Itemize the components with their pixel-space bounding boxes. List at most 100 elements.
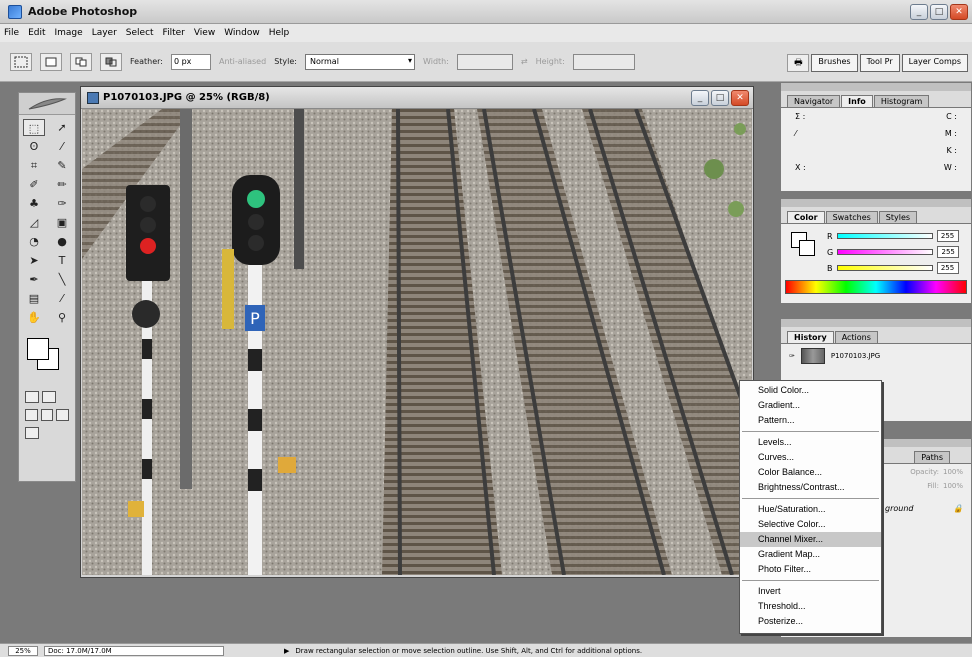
close-button[interactable]: ✕ <box>950 4 968 20</box>
tab-styles[interactable]: Styles <box>878 211 918 223</box>
doc-close-button[interactable]: ✕ <box>731 90 749 106</box>
color-spectrum[interactable] <box>785 280 967 294</box>
tab-histogram[interactable]: Histogram <box>873 95 930 107</box>
menu-levels[interactable]: Levels... <box>740 435 881 450</box>
menu-brightness-contrast[interactable]: Brightness/Contrast... <box>740 480 881 495</box>
tab-actions[interactable]: Actions <box>834 331 878 343</box>
palette-tab-brushes[interactable]: Brushes <box>811 54 858 72</box>
marquee-preset-picker[interactable] <box>10 52 32 71</box>
blur-tool-icon[interactable]: ◔ <box>23 233 45 250</box>
lasso-tool-icon[interactable]: ʘ <box>23 138 45 155</box>
blue-slider[interactable] <box>836 265 933 271</box>
standard-mode-icon[interactable] <box>25 391 39 403</box>
menu-invert[interactable]: Invert <box>740 584 881 599</box>
brush-tool-icon[interactable]: ✏ <box>51 176 73 193</box>
width-input[interactable] <box>456 53 513 70</box>
tab-paths[interactable]: Paths <box>914 451 950 463</box>
line-tool-icon[interactable]: ╲ <box>51 271 73 288</box>
tab-navigator[interactable]: Navigator <box>787 95 841 107</box>
menu-help[interactable]: Help <box>269 28 290 38</box>
clone-stamp-tool-icon[interactable]: ♣ <box>23 195 45 212</box>
doc-maximize-button[interactable]: □ <box>711 90 729 106</box>
menu-gradient[interactable]: Gradient... <box>740 398 881 413</box>
document-size[interactable]: Doc: 17.0M/17.0M <box>44 645 224 656</box>
intersect-selection-icon[interactable] <box>100 52 122 71</box>
menu-channel-mixer[interactable]: Channel Mixer... <box>740 532 881 547</box>
dodge-tool-icon[interactable]: ● <box>51 233 73 250</box>
color-bg-swatch[interactable] <box>799 240 815 256</box>
swap-icon[interactable]: ⇄ <box>521 57 528 66</box>
palette-tab-layer-comps[interactable]: Layer Comps <box>901 54 968 72</box>
rect-marquee-tool-icon[interactable]: ⬚ <box>23 119 45 136</box>
menu-threshold[interactable]: Threshold... <box>740 599 881 614</box>
path-selection-tool-icon[interactable]: ➤ <box>23 252 45 269</box>
doc-minimize-button[interactable]: _ <box>691 90 709 106</box>
pen-tool-icon[interactable]: ✒ <box>23 271 45 288</box>
screen-mode-standard-icon[interactable] <box>25 409 38 421</box>
healing-brush-tool-icon[interactable]: ✐ <box>23 176 45 193</box>
tab-info[interactable]: Info <box>841 95 873 107</box>
background-layer-name[interactable]: ground <box>885 504 913 513</box>
crop-tool-icon[interactable]: ⌗ <box>23 157 45 174</box>
zoom-level[interactable]: 25% <box>8 645 38 656</box>
add-selection-icon[interactable] <box>70 52 92 71</box>
menu-curves[interactable]: Curves... <box>740 450 881 465</box>
jump-to-imageready-icon[interactable] <box>25 427 39 439</box>
menu-solid-color[interactable]: Solid Color... <box>740 383 881 398</box>
notes-tool-icon[interactable]: ▤ <box>23 290 45 307</box>
magic-wand-tool-icon[interactable]: ⁄ <box>51 138 73 155</box>
menu-image[interactable]: Image <box>55 28 83 38</box>
menu-layer[interactable]: Layer <box>92 28 117 38</box>
red-value[interactable]: 255 <box>936 230 959 242</box>
feather-input[interactable]: 0 px <box>170 53 211 70</box>
screen-mode-full-icon[interactable] <box>56 409 70 421</box>
status-arrow-icon[interactable]: ▶ <box>284 647 289 655</box>
screen-mode-full-menu-icon[interactable] <box>40 409 54 421</box>
slice-tool-icon[interactable]: ✎ <box>51 157 73 174</box>
eyedropper-tool-icon[interactable]: ⁄ <box>51 290 73 307</box>
menu-gradient-map[interactable]: Gradient Map... <box>740 547 881 562</box>
menu-window[interactable]: Window <box>224 28 260 38</box>
menu-hue-saturation[interactable]: Hue/Saturation... <box>740 502 881 517</box>
history-brush-tool-icon[interactable]: ✑ <box>51 195 73 212</box>
style-select[interactable]: Normal <box>304 53 415 70</box>
menu-filter[interactable]: Filter <box>163 28 185 38</box>
menu-selective-color[interactable]: Selective Color... <box>740 517 881 532</box>
foreground-color-swatch[interactable] <box>27 338 49 360</box>
tab-color[interactable]: Color <box>787 211 825 223</box>
menu-posterize[interactable]: Posterize... <box>740 614 881 629</box>
minimize-button[interactable]: _ <box>910 4 928 20</box>
menu-color-balance[interactable]: Color Balance... <box>740 465 881 480</box>
move-tool-icon[interactable]: ➚ <box>51 119 73 136</box>
type-tool-icon[interactable]: T <box>51 252 73 269</box>
menu-edit[interactable]: Edit <box>28 28 45 38</box>
green-slider[interactable] <box>837 249 934 255</box>
maximize-button[interactable]: □ <box>930 4 948 20</box>
printer-icon[interactable]: 🖶 <box>787 54 810 72</box>
info-m: M : <box>944 129 957 138</box>
height-input[interactable] <box>572 53 635 70</box>
history-snapshot[interactable]: ✑ P1070103.JPG <box>781 344 971 368</box>
eraser-tool-icon[interactable]: ◿ <box>23 214 45 231</box>
opacity-label: Opacity: <box>910 468 939 476</box>
blue-value[interactable]: 255 <box>936 262 959 274</box>
menu-view[interactable]: View <box>194 28 215 38</box>
palette-tab-tool-presets[interactable]: Tool Pr <box>859 54 900 72</box>
opacity-value[interactable]: 100% <box>943 468 963 476</box>
menu-pattern[interactable]: Pattern... <box>740 413 881 428</box>
new-selection-icon[interactable] <box>40 52 62 71</box>
menu-photo-filter[interactable]: Photo Filter... <box>740 562 881 577</box>
tab-swatches[interactable]: Swatches <box>825 211 878 223</box>
menu-select[interactable]: Select <box>126 28 154 38</box>
antialiased-checkbox[interactable]: Anti-aliased <box>219 57 266 66</box>
red-slider[interactable] <box>836 233 933 239</box>
gradient-tool-icon[interactable]: ▣ <box>51 214 73 231</box>
green-value[interactable]: 255 <box>937 246 960 258</box>
menu-file[interactable]: File <box>4 28 19 38</box>
image-canvas[interactable]: P <box>82 109 752 575</box>
quick-mask-icon[interactable] <box>42 391 56 403</box>
hand-tool-icon[interactable]: ✋ <box>23 309 45 326</box>
zoom-tool-icon[interactable]: ⚲ <box>51 309 73 326</box>
tab-history[interactable]: History <box>787 331 834 343</box>
fill-value[interactable]: 100% <box>943 482 963 490</box>
